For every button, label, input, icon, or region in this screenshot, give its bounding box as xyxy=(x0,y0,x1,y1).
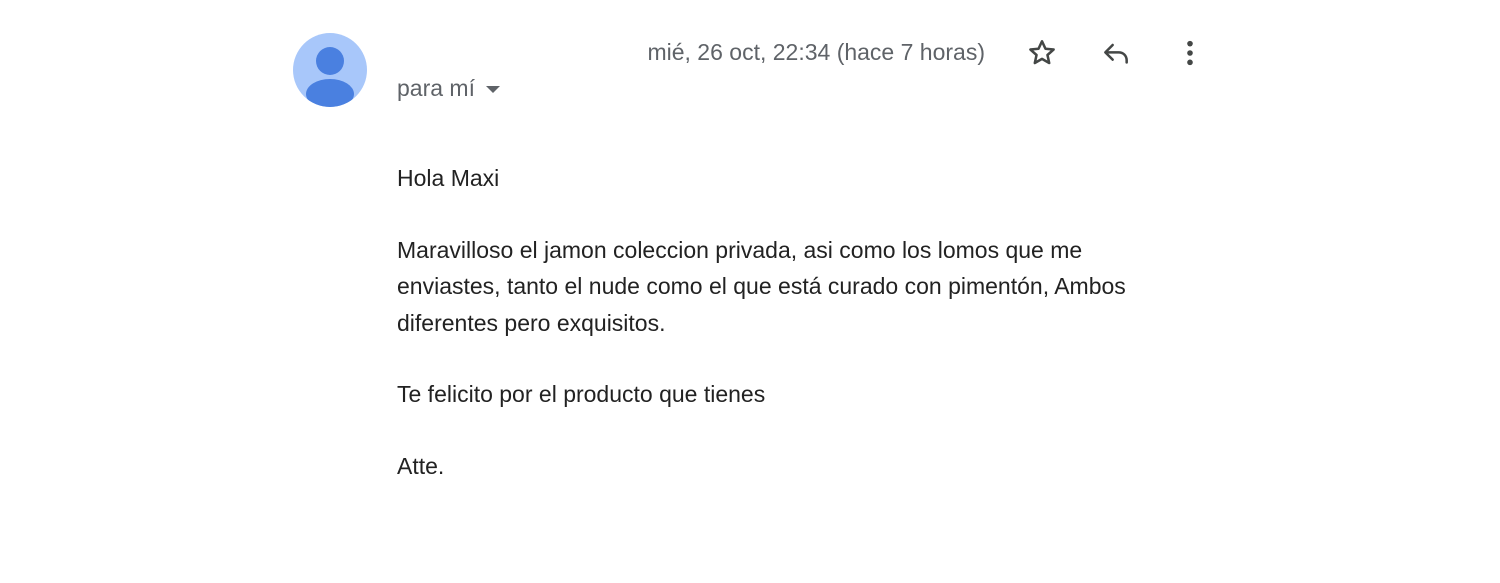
caret-down-icon xyxy=(485,85,500,93)
star-button[interactable] xyxy=(1022,33,1062,73)
reply-button[interactable] xyxy=(1096,33,1136,73)
reply-icon xyxy=(1104,43,1128,64)
body-signoff: Atte. xyxy=(397,452,445,479)
recipient-label: para mí xyxy=(397,75,475,101)
more-options-button[interactable] xyxy=(1170,33,1210,73)
body-paragraph: Maravilloso el jamon coleccion privada, … xyxy=(397,236,1126,336)
recipient-details-toggle[interactable]: para mí xyxy=(397,74,500,102)
sender-avatar[interactable] xyxy=(293,33,367,107)
message-body: Hola Maxi Maravilloso el jamon coleccion… xyxy=(397,160,1187,519)
body-paragraph: Te felicito por el producto que tienes xyxy=(397,381,766,407)
person-avatar-icon xyxy=(293,33,367,107)
email-message-view: mié, 26 oct, 22:34 (hace 7 horas) para m… xyxy=(0,0,1500,583)
message-date: mié, 26 oct, 22:34 (hace 7 horas) xyxy=(647,39,985,65)
body-greeting: Hola Maxi xyxy=(397,165,500,191)
star-icon xyxy=(1029,40,1055,65)
more-vertical-icon xyxy=(1187,40,1193,66)
